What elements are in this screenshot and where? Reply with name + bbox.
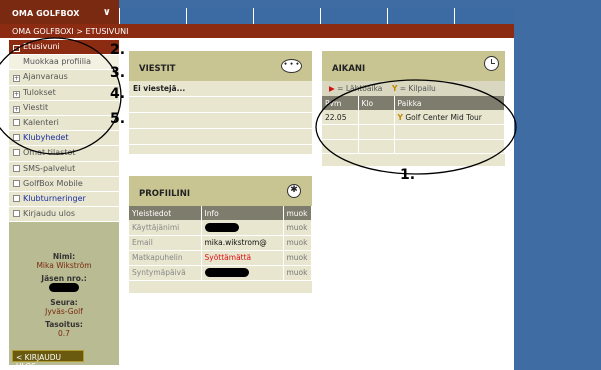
- times-highlight-ellipse: [315, 79, 517, 175]
- annotation-label-1: 1.: [400, 167, 416, 183]
- annotation-label-4: 4.: [110, 86, 126, 102]
- annotation-label-5: 5.: [110, 111, 126, 127]
- annotation-overlay: [0, 37, 517, 175]
- annotation-label-3: 3.: [110, 65, 126, 81]
- annotation-label-2: 2.: [110, 42, 126, 58]
- sidebar-highlight-ellipse: [0, 37, 122, 155]
